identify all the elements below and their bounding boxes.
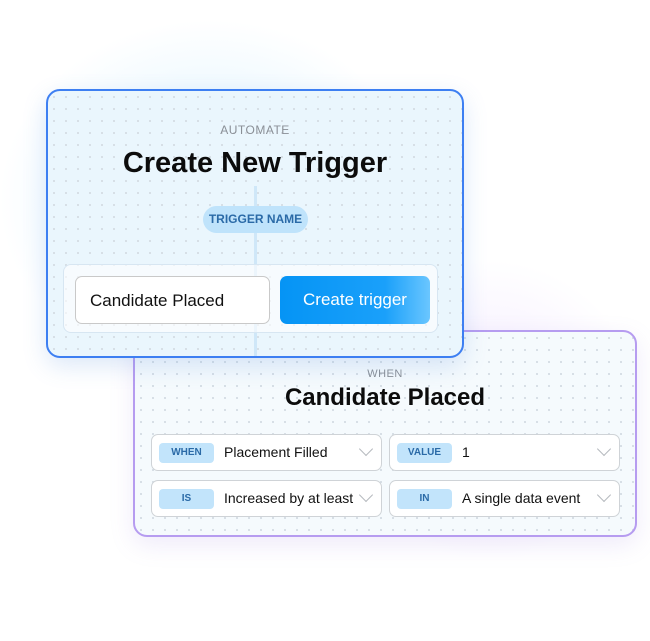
trigger-name-label: TRIGGER NAME [203, 206, 308, 233]
create-trigger-button[interactable]: Create trigger [280, 276, 430, 324]
condition-title: Candidate Placed [284, 384, 486, 411]
in-select[interactable]: IN A single data event [389, 480, 620, 517]
is-tag: IS [159, 489, 214, 509]
trigger-name-row: Candidate Placed Create trigger [63, 264, 438, 333]
when-value: Placement Filled [224, 444, 328, 460]
trigger-card: AUTOMATE Create New Trigger TRIGGER NAME… [46, 89, 464, 358]
chevron-down-icon [358, 441, 374, 457]
condition-card: WHEN Candidate Placed WHEN Placement Fil… [133, 330, 637, 537]
is-select[interactable]: IS Increased by at least [151, 480, 382, 517]
chevron-down-icon [358, 487, 374, 503]
when-select[interactable]: WHEN Placement Filled [151, 434, 382, 471]
value-select[interactable]: VALUE 1 [389, 434, 620, 471]
in-tag: IN [397, 489, 452, 509]
chevron-down-icon [596, 487, 612, 503]
value-tag: VALUE [397, 443, 452, 463]
value-value: 1 [462, 444, 470, 460]
chevron-down-icon [596, 441, 612, 457]
trigger-eyebrow: AUTOMATE [220, 123, 290, 137]
trigger-title: Create New Trigger [122, 147, 388, 179]
in-value: A single data event [462, 490, 581, 506]
condition-eyebrow: WHEN [367, 368, 403, 380]
trigger-name-input[interactable]: Candidate Placed [75, 276, 270, 324]
is-value: Increased by at least [224, 490, 354, 506]
when-tag: WHEN [159, 443, 214, 463]
